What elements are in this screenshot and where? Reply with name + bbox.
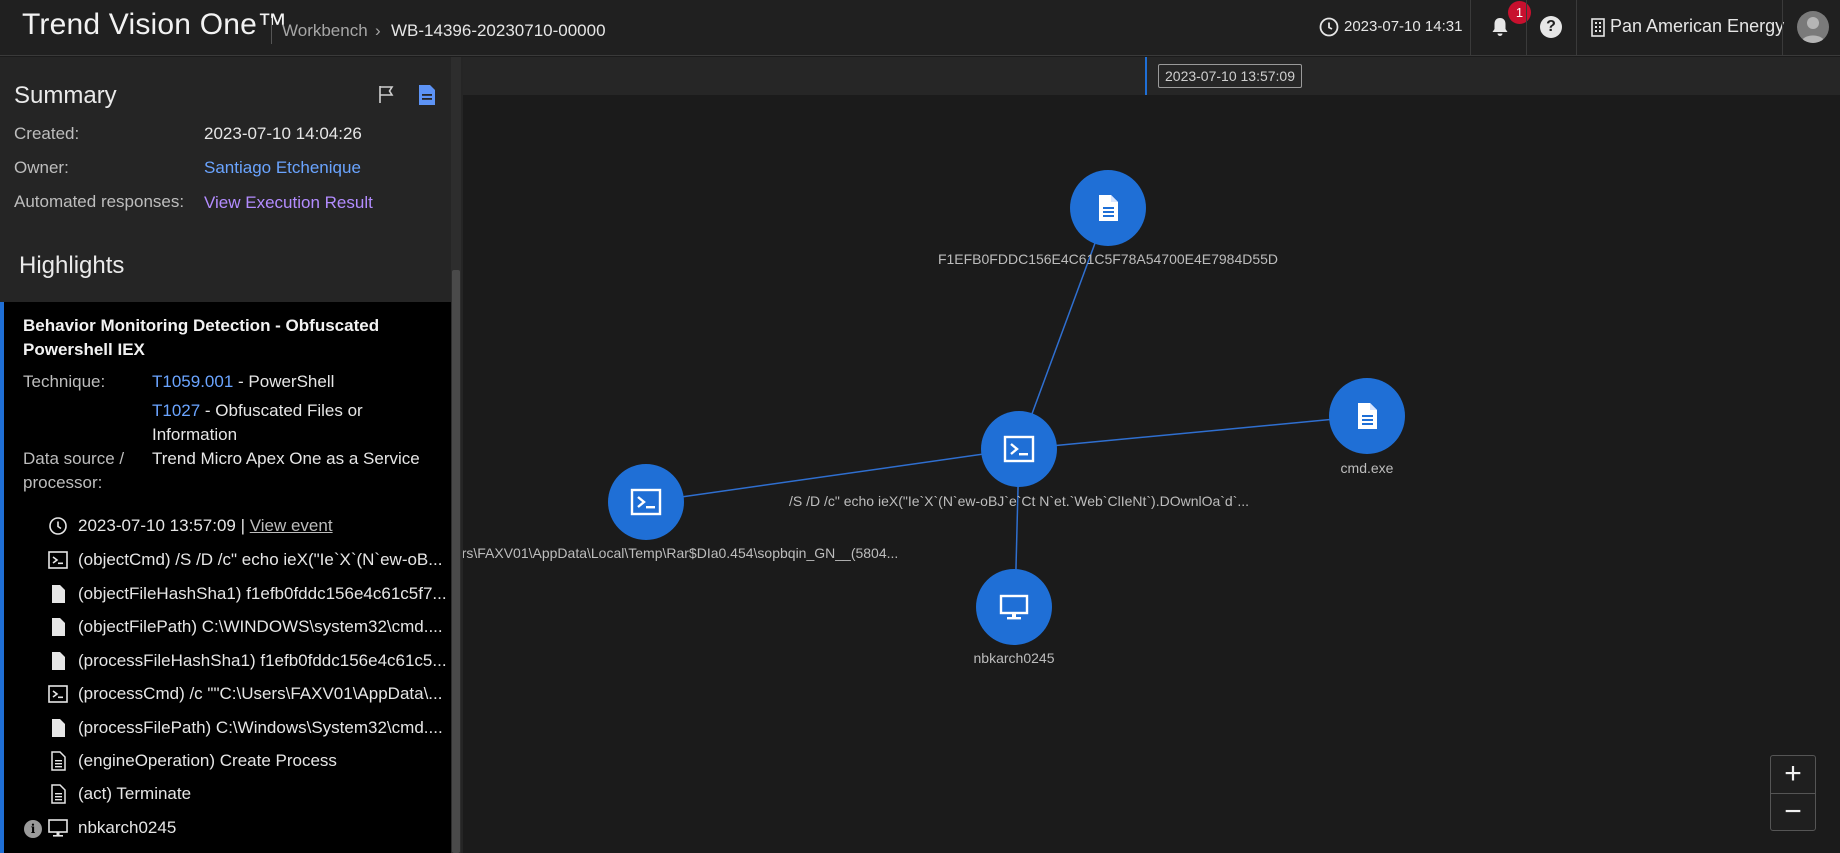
technique-1-name: - PowerShell: [233, 372, 335, 391]
list-item[interactable]: (engineOperation) Create Process: [48, 749, 448, 773]
owner-link[interactable]: Santiago Etchenique: [204, 158, 361, 178]
desktop-icon: [999, 594, 1029, 620]
event-time-row: 2023-07-10 13:57:09 | View event: [48, 514, 448, 538]
event-detail: (act) Terminate: [78, 784, 192, 803]
terminal-icon: [48, 551, 68, 569]
technique-2: T1027 - Obfuscated Files or Information: [152, 399, 442, 447]
flag-icon[interactable]: [377, 84, 397, 104]
host-node[interactable]: [976, 569, 1052, 645]
event-detail: (processFilePath) C:\Windows\System32\cm…: [78, 718, 443, 737]
created-value: 2023-07-10 14:04:26: [204, 124, 362, 143]
technique-2-link[interactable]: T1027: [152, 401, 200, 420]
highlights-title: Highlights: [19, 252, 125, 279]
event-detail: (objectFilePath) C:\WINDOWS\system32\cmd…: [78, 617, 443, 636]
view-event-link[interactable]: View event: [250, 516, 333, 535]
technique-label: Technique:: [23, 372, 106, 391]
clock-icon: [49, 517, 67, 535]
list-item[interactable]: (processFileHashSha1) f1efb0fddc156e4c61…: [48, 649, 448, 673]
host-name: nbkarch0245: [78, 818, 177, 837]
terminal-icon: [1003, 435, 1035, 463]
highlight-card-accent: [0, 302, 4, 853]
file-icon: [52, 618, 65, 636]
highlight-card-title: Behavior Monitoring Detection - Obfuscat…: [23, 316, 380, 359]
list-item[interactable]: (objectFileHashSha1) f1efb0fddc156e4c61c…: [48, 582, 448, 606]
created-label: Created:: [14, 124, 80, 143]
terminal-icon: [48, 685, 68, 703]
file-icon: [52, 585, 65, 603]
cmd-file-node[interactable]: [1329, 378, 1405, 454]
summary-title: Summary: [14, 82, 117, 109]
event-time-value: 2023-07-10 13:57:09 |: [78, 516, 250, 535]
cmd-file-node-label: cmd.exe: [1340, 460, 1394, 476]
info-icon[interactable]: i: [24, 820, 42, 838]
list-item[interactable]: (processFilePath) C:\Windows\System32\cm…: [48, 716, 448, 740]
processor-label: processor:: [23, 473, 103, 492]
event-detail: (engineOperation) Create Process: [78, 751, 337, 770]
desktop-icon: [48, 819, 68, 837]
file-hash-node-label: F1EFB0FDDC156E4C61C5F78A54700E4E7984D55D: [937, 251, 1279, 267]
list-item[interactable]: (processCmd) /c ""C:\Users\FAXV01\AppDat…: [48, 682, 448, 706]
list-item[interactable]: (objectFilePath) C:\WINDOWS\system32\cmd…: [48, 615, 448, 639]
report-icon[interactable]: [418, 84, 436, 106]
edge-center-cmd: [1018, 415, 1368, 450]
event-detail: (processFileHashSha1) f1efb0fddc156e4c61…: [78, 651, 447, 670]
host-row[interactable]: nbkarch0245: [48, 816, 448, 840]
panel-scrollbar-thumb[interactable]: [452, 270, 460, 853]
file-icon: [1099, 195, 1118, 221]
file-icon: [1358, 403, 1377, 429]
doc-lines-icon: [51, 784, 66, 804]
automated-responses-label: Automated responses:: [14, 192, 185, 211]
parent-process-node-label: rs\FAXV01\AppData\Local\Temp\Rar$DIa0.45…: [461, 545, 899, 561]
data-source-label: Data source /: [23, 449, 125, 468]
zoom-out-button[interactable]: −: [1771, 794, 1815, 831]
zoom-controls: + −: [1770, 755, 1816, 831]
center-process-node-label: /S /D /c" echo ieX("Ie`X`(N`ew-oBJ`e`Ct …: [788, 493, 1250, 509]
event-detail: (objectFileHashSha1) f1efb0fddc156e4c61c…: [78, 584, 447, 603]
view-execution-result-link[interactable]: View Execution Result: [204, 193, 373, 213]
technique-1: T1059.001 - PowerShell: [152, 370, 442, 394]
host-node-label: nbkarch0245: [973, 650, 1055, 666]
parent-process-node[interactable]: [608, 464, 684, 540]
doc-lines-icon: [51, 751, 66, 771]
event-detail: (objectCmd) /S /D /c" echo ieX("Ie`X`(N`…: [78, 550, 443, 569]
data-source-value: Trend Micro Apex One as a Service: [152, 449, 420, 468]
center-process-node[interactable]: [981, 411, 1057, 487]
list-item[interactable]: (objectCmd) /S /D /c" echo ieX("Ie`X`(N`…: [48, 548, 448, 572]
file-hash-node[interactable]: [1070, 170, 1146, 246]
file-icon: [52, 652, 65, 670]
list-item[interactable]: (act) Terminate: [48, 782, 448, 806]
terminal-icon: [630, 488, 662, 516]
event-detail: (processCmd) /c ""C:\Users\FAXV01\AppDat…: [78, 684, 443, 703]
event-time: 2023-07-10 13:57:09 | View event: [78, 514, 333, 538]
owner-label: Owner:: [14, 158, 69, 177]
file-icon: [52, 719, 65, 737]
zoom-in-button[interactable]: +: [1771, 756, 1815, 793]
technique-1-link[interactable]: T1059.001: [152, 372, 233, 391]
